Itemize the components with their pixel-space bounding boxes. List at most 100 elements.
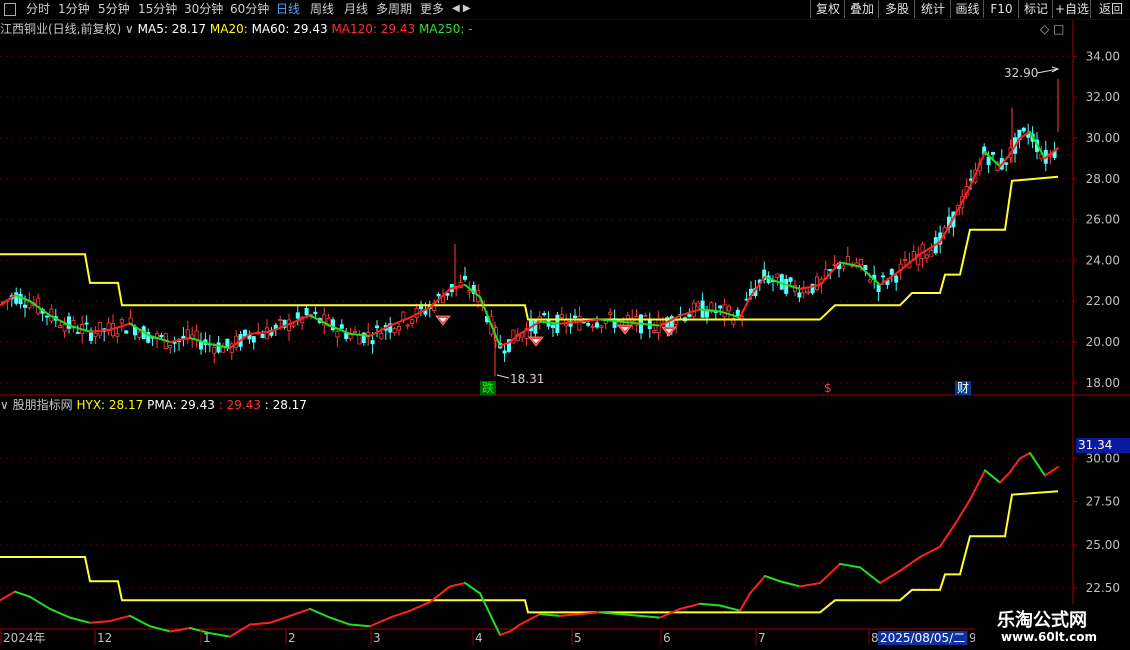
chevron-down-icon[interactable]: ∨ (125, 22, 134, 36)
candle-body (881, 275, 886, 278)
sub-pma-line (14, 590, 31, 598)
candle-body (859, 258, 864, 266)
high-price-label: 32.90 (1004, 66, 1039, 80)
candle-body (643, 314, 648, 317)
xaxis-label: 5 (574, 631, 582, 645)
candle-body (735, 309, 740, 316)
candle-body (722, 304, 727, 318)
candle-body (687, 314, 692, 318)
yaxis-label: 34.00 (1086, 49, 1120, 63)
candle-body (577, 315, 582, 331)
sub-pma-line (999, 471, 1011, 484)
sub-pma-line (879, 569, 901, 584)
sub-pma-line (899, 556, 921, 572)
sub-pma-line (479, 592, 491, 616)
candle-body (705, 311, 710, 318)
sub-pma-line (69, 616, 91, 624)
pma-line (559, 320, 581, 325)
watermark-url: www.60lt.com (1001, 630, 1098, 644)
candle-body (379, 333, 384, 340)
yaxis-label: 28.00 (1086, 172, 1120, 186)
candle-body (278, 319, 283, 321)
sub-pma-line (0, 590, 16, 602)
candle-body (159, 334, 164, 338)
sub-pma-line (49, 607, 71, 619)
sub-pma-line (329, 616, 351, 626)
ma-label-0: MA5: 28.17 (137, 22, 210, 36)
sub-pma-line (939, 523, 956, 548)
candle-body (225, 338, 230, 348)
candle-body (674, 320, 679, 325)
candle-body (845, 256, 850, 265)
candle-body (590, 326, 595, 328)
yaxis-label: 20.00 (1086, 335, 1120, 349)
candle-body (691, 302, 696, 317)
candle-body (876, 284, 881, 292)
candle-body (401, 311, 406, 321)
candle-body (806, 291, 811, 294)
sub-pma-line (859, 566, 881, 584)
marker-fall[interactable]: 跌 (480, 381, 497, 395)
sub-pma-line (409, 601, 431, 612)
candle-body (828, 269, 833, 271)
candle-body (784, 278, 789, 294)
candle-body (775, 273, 780, 278)
indicator-value-1: PMA: 29.43 (147, 398, 219, 412)
candle-body (22, 304, 27, 308)
pma-line (969, 151, 986, 188)
sub-pma-line (289, 607, 311, 617)
sub-hyx-line (0, 490, 1059, 614)
candle-body (45, 315, 50, 318)
pma-line (289, 314, 311, 325)
xaxis-label: 4 (475, 631, 483, 645)
candle-body (137, 331, 142, 338)
yaxis-label: 18.00 (1086, 376, 1120, 390)
candle-body (124, 330, 129, 334)
sub-pma-line (464, 581, 481, 595)
date-cursor-box: 2025/08/05/二 (878, 631, 968, 645)
candle-body (696, 302, 701, 308)
xaxis-label: 2 (288, 631, 296, 645)
pma-line (389, 316, 411, 327)
candle-body (551, 324, 556, 328)
sub-pma-line (619, 613, 641, 617)
ma-label-4: MA250: - (418, 22, 473, 36)
settings-icons[interactable]: ◇ □ (1040, 22, 1064, 36)
candle-body (542, 313, 547, 316)
chart-title-row: 江西铜业(日线,前复权) ∨ MA5: 28.17 MA20: MA60: 29… (0, 22, 473, 36)
sub-yaxis-label: 27.50 (1086, 495, 1120, 509)
sub-pma-line (679, 602, 701, 610)
sub-pma-line (969, 469, 986, 501)
sub-pma-line (749, 575, 766, 595)
candle-body (396, 326, 401, 331)
sub-pma-line (309, 607, 331, 619)
indicator-value-0: HYX: 28.17 (76, 398, 148, 412)
marker-finance[interactable]: 财 (955, 381, 972, 395)
sub-pma-line (799, 581, 821, 588)
sub-pma-line (129, 614, 151, 628)
candle-body (573, 315, 578, 318)
sub-yaxis-label: 25.00 (1086, 538, 1120, 552)
chevron-down-icon[interactable]: ∨ (0, 398, 9, 412)
candle-body (718, 305, 723, 309)
yaxis-label: 26.00 (1086, 213, 1120, 227)
pma-line (819, 261, 841, 286)
sub-pma-line (109, 614, 131, 623)
candle-body (502, 350, 507, 354)
sub-pma-line (764, 575, 781, 583)
candle-body (903, 258, 908, 261)
xaxis-label: 6 (663, 631, 671, 645)
sub-pma-line (839, 562, 861, 569)
candle-body (929, 249, 934, 257)
sub-pma-line (519, 613, 541, 626)
candle-body (1004, 162, 1009, 165)
candle-body (625, 315, 630, 319)
candle-body (264, 327, 269, 340)
sub-pma-line (699, 602, 721, 607)
sub-pma-line (489, 613, 501, 636)
candle-body (599, 325, 604, 328)
candle-body (291, 324, 296, 327)
sub-pma-line (349, 623, 371, 628)
marker-dollar[interactable]: $ (824, 381, 832, 395)
candle-body (335, 331, 340, 338)
